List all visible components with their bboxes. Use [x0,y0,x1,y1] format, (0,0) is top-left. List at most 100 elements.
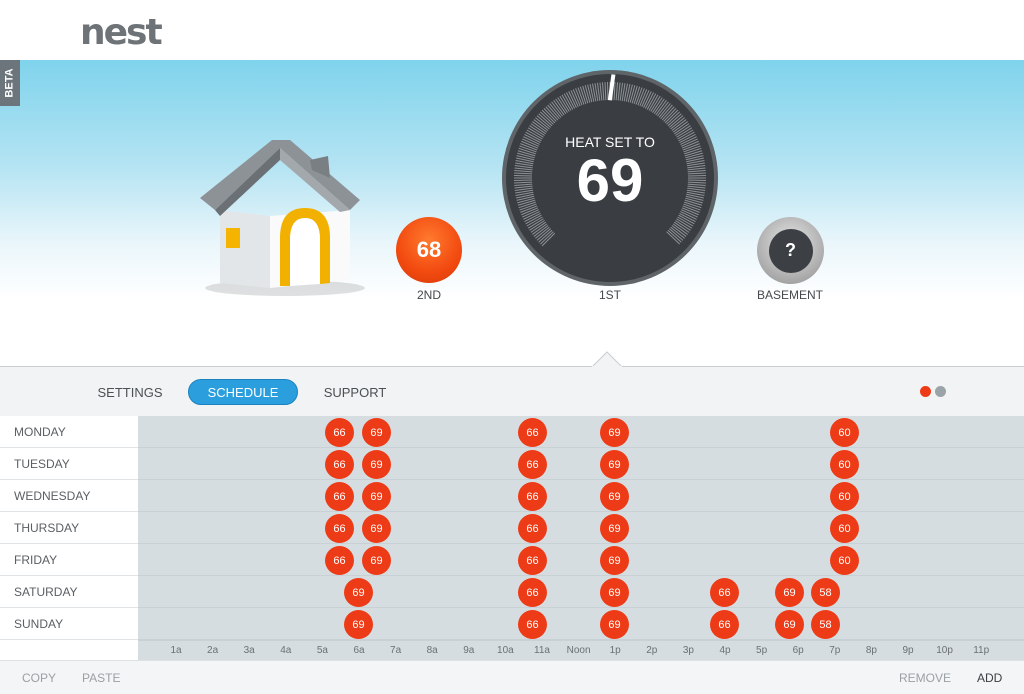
day-label: SUNDAY [0,608,138,640]
schedule-row: FRIDAY 66 69 66 69 60 [0,544,1024,576]
selected-zone-pointer [592,351,622,367]
setpoint-marker[interactable]: 69 [600,546,629,575]
dial-readout: HEAT SET TO 69 [502,70,718,286]
zone-2nd-bubble[interactable]: 68 [396,217,462,283]
setpoint-marker[interactable]: 66 [325,418,354,447]
setpoint-marker[interactable]: 69 [362,482,391,511]
day-timeline[interactable]: 66 69 66 69 60 [138,512,1024,544]
setpoint-marker[interactable]: 69 [600,418,629,447]
hour-tick-label: 5p [756,645,768,656]
day-timeline[interactable]: 66 69 66 69 60 [138,416,1024,448]
schedule-row: SUNDAY 69 66 69 66 69 58 [0,608,1024,640]
schedule-row: TUESDAY 66 69 66 69 60 [0,448,1024,480]
setpoint-marker[interactable]: 69 [600,578,629,607]
day-timeline[interactable]: 66 69 66 69 60 [138,448,1024,480]
setpoint-marker[interactable]: 69 [775,610,804,639]
copy-button[interactable]: COPY [22,671,56,685]
setpoint-marker[interactable]: 66 [325,450,354,479]
schedule-grid: MONDAY 66 69 66 69 60 TUESDAY 66 69 66 69 60 WEDNESD… [0,416,1024,640]
house-icon [200,140,365,296]
setpoint-marker[interactable]: 66 [518,482,547,511]
day-label: MONDAY [0,416,138,448]
setpoint-marker[interactable]: 60 [830,482,859,511]
hour-tick-label: 1a [170,645,182,656]
zone-2nd-temp: 68 [416,237,442,262]
day-timeline[interactable]: 69 66 69 66 69 58 [138,576,1024,608]
setpoint-marker[interactable]: 69 [775,578,804,607]
hour-tick-label: 7a [390,645,402,656]
setpoint-marker[interactable]: 66 [325,482,354,511]
setpoint-marker[interactable]: 66 [518,610,547,639]
hour-tick-label: 6p [792,645,804,656]
beta-label: BETA [4,68,17,98]
hour-tick-label: 3p [682,645,694,656]
axis-spacer [0,640,138,660]
setpoint-marker[interactable]: 69 [362,514,391,543]
setpoint-marker[interactable]: 66 [518,514,547,543]
setpoint-marker[interactable]: 69 [362,450,391,479]
setpoint-marker[interactable]: 69 [362,418,391,447]
thermostat-hero: BETA 68 2ND HEAT SET TO 69 1ST ? BASEMEN… [0,60,1024,366]
zone-1st-label: 1ST [598,288,621,302]
hour-tick-label: 10p [936,645,953,656]
tab-support[interactable]: SUPPORT [315,379,395,405]
hour-tick-label: 4p [719,645,731,656]
pager-dot[interactable] [935,386,946,397]
setpoint-marker[interactable]: 69 [600,610,629,639]
dial-temperature: 69 [576,147,644,214]
hour-tick-label: 8a [426,645,438,656]
setpoint-marker[interactable]: 66 [518,418,547,447]
setpoint-marker[interactable]: 69 [362,546,391,575]
footer-toolbar: COPY PASTE REMOVE ADD [0,660,1024,694]
day-label: WEDNESDAY [0,480,138,512]
schedule-row: SATURDAY 69 66 69 66 69 58 [0,576,1024,608]
setpoint-marker[interactable]: 69 [344,578,373,607]
hour-tick-label: 10a [497,645,514,656]
setpoint-marker[interactable]: 66 [710,610,739,639]
setpoint-marker[interactable]: 60 [830,418,859,447]
setpoint-marker[interactable]: 69 [600,514,629,543]
schedule-row: MONDAY 66 69 66 69 60 [0,416,1024,448]
top-bar: nest [0,0,1024,60]
tab-settings[interactable]: SETTINGS [90,379,170,405]
hour-tick-label: 2p [646,645,658,656]
day-timeline[interactable]: 66 69 66 69 60 [138,480,1024,512]
schedule-row: WEDNESDAY 66 69 66 69 60 [0,480,1024,512]
setpoint-marker[interactable]: 60 [830,450,859,479]
hour-tick-label: 8p [865,645,877,656]
tab-bar: SETTINGS SCHEDULE SUPPORT [0,351,1024,416]
day-label: TUESDAY [0,448,138,480]
add-button[interactable]: ADD [977,671,1002,685]
remove-button[interactable]: REMOVE [899,671,951,685]
hour-tick-label: 9a [463,645,475,656]
setpoint-marker[interactable]: 66 [325,514,354,543]
unknown-temp-icon: ? [768,228,813,273]
nest-logo[interactable]: nest [80,12,163,53]
setpoint-marker[interactable]: 69 [600,482,629,511]
setpoint-marker[interactable]: 69 [344,610,373,639]
zone-basement-label: BASEMENT [756,288,823,302]
setpoint-marker[interactable]: 60 [830,514,859,543]
setpoint-marker[interactable]: 66 [325,546,354,575]
hour-tick-label: 2a [207,645,219,656]
day-timeline[interactable]: 69 66 69 66 69 58 [138,608,1024,640]
hour-tick-label: 3a [243,645,255,656]
zone-basement-bubble[interactable]: ? [757,217,824,284]
day-label: SATURDAY [0,576,138,608]
setpoint-marker[interactable]: 66 [518,578,547,607]
setpoint-marker[interactable]: 66 [518,546,547,575]
setpoint-marker[interactable]: 66 [518,450,547,479]
setpoint-marker[interactable]: 69 [600,450,629,479]
setpoint-marker[interactable]: 58 [811,578,840,607]
day-timeline[interactable]: 66 69 66 69 60 [138,544,1024,576]
pager-dot-active[interactable] [920,386,931,397]
setpoint-marker[interactable]: 66 [710,578,739,607]
hour-tick-label: 9p [902,645,914,656]
paste-button[interactable]: PASTE [82,671,120,685]
setpoint-marker[interactable]: 60 [830,546,859,575]
beta-tab[interactable]: BETA [0,60,20,106]
setpoint-marker[interactable]: 58 [811,610,840,639]
hour-tick-label: 11p [973,645,990,656]
tab-schedule[interactable]: SCHEDULE [188,379,298,405]
zone-2nd-label: 2ND [416,288,441,302]
